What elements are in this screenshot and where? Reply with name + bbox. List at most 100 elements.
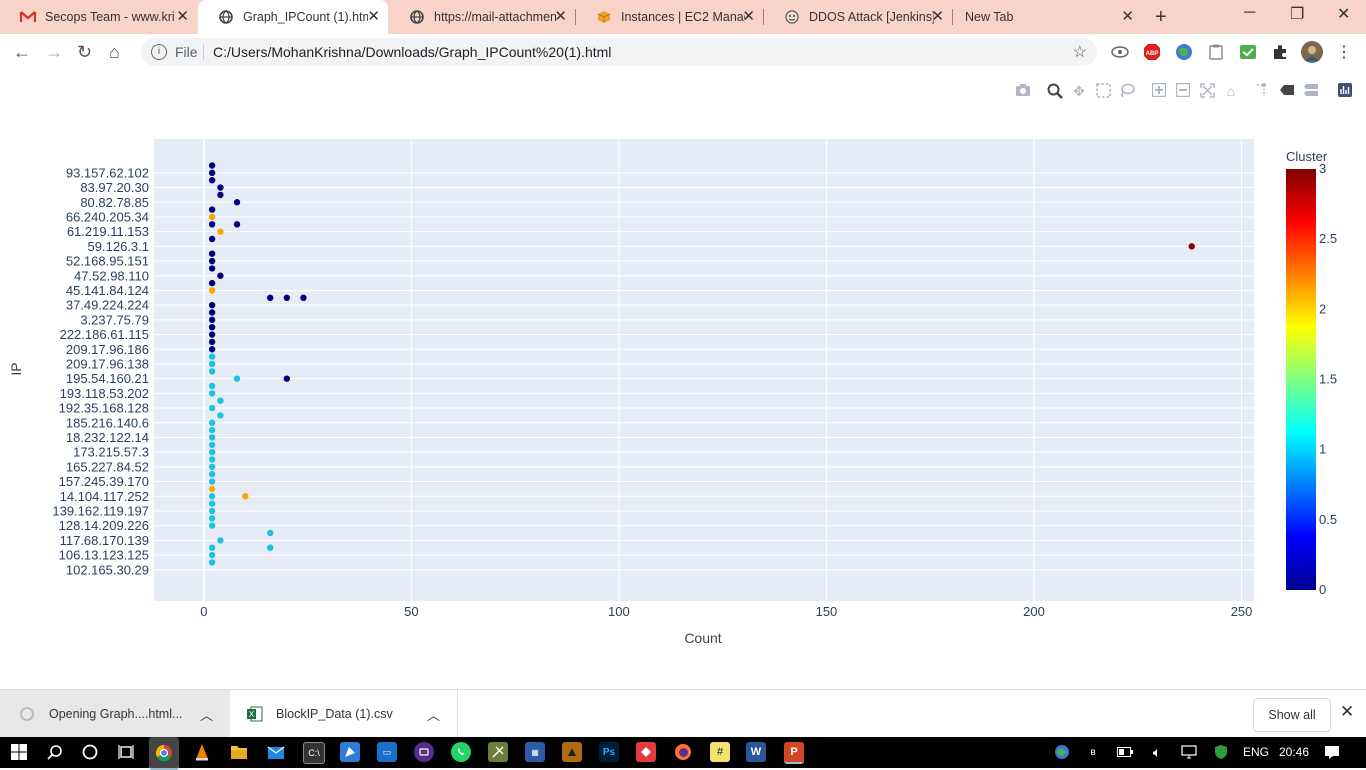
cmd-icon[interactable]: C:\ [303,742,325,764]
data-point[interactable] [208,316,216,324]
data-point[interactable] [208,515,216,522]
download-item-csv[interactable]: X BlockIP_Data (1).csv ︿ [231,690,458,738]
bluetooth-icon[interactable]: ʙ [1083,742,1103,762]
language-indicator[interactable]: ENG [1243,745,1269,759]
taskbar-chrome-icon[interactable] [149,737,179,770]
data-point[interactable] [208,426,216,434]
data-point[interactable] [208,522,216,529]
data-point[interactable] [208,338,216,346]
mail-store-icon[interactable] [266,742,286,762]
data-point[interactable] [208,162,216,169]
data-point[interactable] [283,375,291,382]
data-point[interactable] [267,529,274,537]
data-point[interactable] [208,213,216,221]
data-point[interactable] [217,191,224,199]
data-point[interactable] [217,228,224,235]
app-blue-icon[interactable] [340,742,360,762]
clock[interactable]: 20:46 [1279,745,1309,759]
file-explorer-icon[interactable] [229,742,249,762]
data-point[interactable] [208,257,216,265]
data-point[interactable] [267,294,274,301]
windows-start-icon[interactable] [9,742,29,762]
colorbar [1286,169,1316,590]
data-point[interactable] [208,456,216,463]
data-point[interactable] [208,169,216,177]
data-point[interactable] [233,221,241,228]
app-orange-icon[interactable] [562,742,582,762]
data-point[interactable] [283,294,291,301]
data-point[interactable] [208,463,216,471]
download-item-graph-html[interactable]: Opening Graph....html... ︿ [0,690,230,738]
data-point[interactable] [208,390,216,397]
data-point[interactable] [208,368,216,375]
data-point[interactable] [208,221,216,228]
data-point[interactable] [208,279,216,287]
data-point[interactable] [233,375,241,382]
display-icon[interactable] [1179,742,1199,762]
data-point[interactable] [242,493,249,500]
volume-icon[interactable]: 🔈︎ [1147,742,1167,762]
data-point[interactable] [208,551,216,559]
app-terminal-icon[interactable]: ▭ [377,742,397,762]
data-point[interactable] [208,235,216,243]
data-point[interactable] [217,184,224,191]
powerpoint-icon[interactable]: P [784,742,804,764]
cortana-icon[interactable] [80,742,100,762]
notifications-icon[interactable] [1322,742,1342,762]
data-point[interactable] [208,441,216,448]
data-point[interactable] [208,507,216,515]
firefox-icon[interactable] [673,742,693,762]
data-point[interactable] [208,559,216,566]
data-point[interactable] [208,544,216,551]
data-point[interactable] [208,353,216,360]
data-point[interactable] [300,294,307,301]
data-point[interactable] [208,471,216,478]
show-all-button[interactable]: Show all [1253,698,1331,732]
data-point[interactable] [217,397,224,404]
data-point[interactable] [208,331,216,338]
search-icon[interactable] [45,742,65,762]
network-status-icon[interactable] [1052,742,1072,762]
chevron-up-icon[interactable]: ︿ [427,705,440,724]
data-point[interactable] [1188,243,1195,250]
chevron-up-icon[interactable]: ︿ [200,705,213,724]
photoshop-icon[interactable]: Ps [599,742,619,762]
data-point[interactable] [208,382,216,390]
x-tick-label: 100 [608,604,630,619]
vlc-icon[interactable] [192,742,212,762]
data-point[interactable] [208,265,216,272]
app-window-icon[interactable]: ▦ [525,742,545,762]
word-icon[interactable]: W [746,742,766,762]
data-point[interactable] [208,419,216,426]
battery-icon[interactable] [1115,742,1135,762]
data-point[interactable] [208,177,216,184]
whatsapp-icon[interactable] [451,742,471,762]
security-shield-icon[interactable] [1211,742,1231,762]
data-point[interactable] [217,272,224,279]
data-point[interactable] [208,493,216,500]
sticky-notes-icon[interactable]: # [710,742,730,762]
data-point[interactable] [208,360,216,368]
data-point[interactable] [217,537,224,544]
data-point[interactable] [208,404,216,412]
data-point[interactable] [233,199,241,206]
data-point[interactable] [208,500,216,507]
app-tools-icon[interactable] [488,742,508,762]
close-downloads-icon[interactable]: ✕ [1340,702,1354,722]
data-point[interactable] [208,346,216,353]
data-point[interactable] [208,206,216,213]
anydesk-icon[interactable] [636,742,656,762]
task-view-icon[interactable] [116,742,136,762]
data-point[interactable] [208,301,216,309]
data-point[interactable] [267,544,274,551]
data-point[interactable] [208,324,216,331]
app-purple-icon[interactable] [414,742,434,762]
data-point[interactable] [208,434,216,441]
data-point[interactable] [208,485,216,493]
data-point[interactable] [208,478,216,485]
data-point[interactable] [208,448,216,456]
data-point[interactable] [208,287,216,294]
data-point[interactable] [208,250,216,257]
data-point[interactable] [217,412,224,419]
data-point[interactable] [208,309,216,316]
